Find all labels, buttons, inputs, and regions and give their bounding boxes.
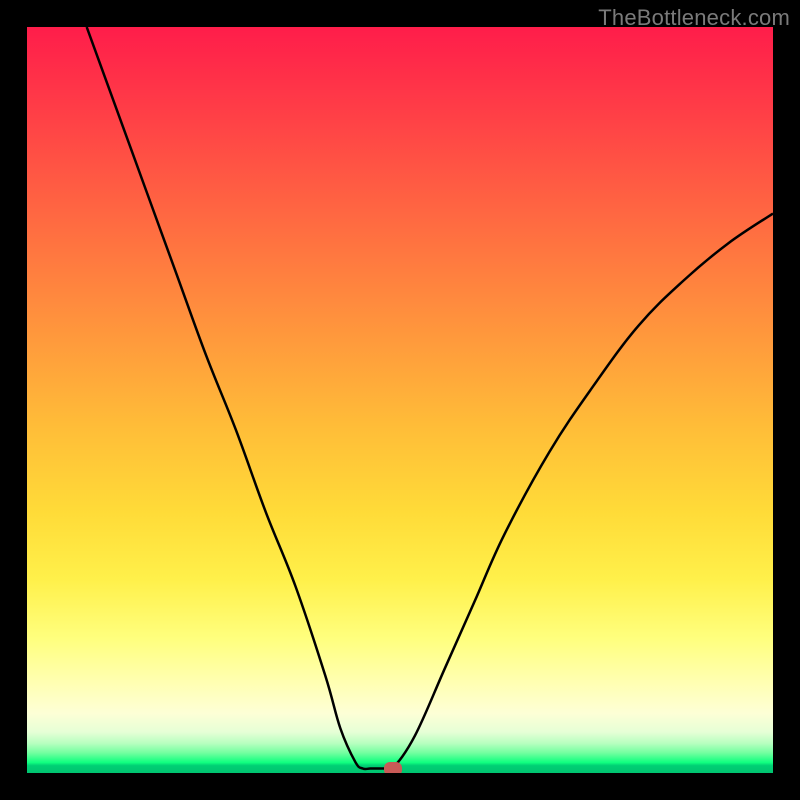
watermark-text: TheBottleneck.com: [598, 5, 790, 31]
optimum-marker: [384, 762, 402, 773]
curve-path: [87, 27, 773, 771]
plot-area: [27, 27, 773, 773]
chart-frame: TheBottleneck.com: [0, 0, 800, 800]
bottleneck-curve: [27, 27, 773, 773]
